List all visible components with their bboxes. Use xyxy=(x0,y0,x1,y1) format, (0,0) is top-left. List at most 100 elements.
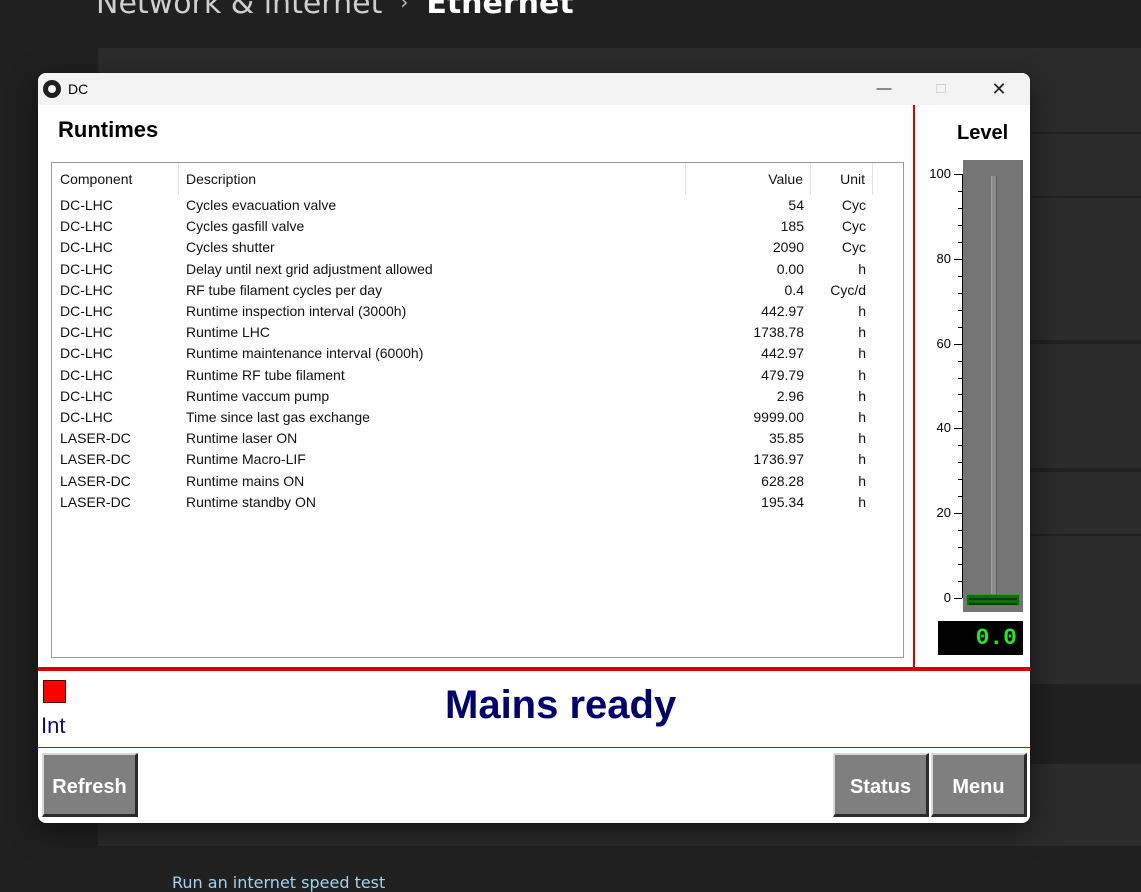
maximize-button[interactable]: □ xyxy=(912,73,970,105)
scale-major-tick xyxy=(954,258,962,260)
scale-minor-tick xyxy=(958,445,962,447)
component-cell: LASER-DC xyxy=(60,451,131,468)
table-row[interactable]: DC-LHC Runtime RF tube filament 479.79 h xyxy=(52,365,903,386)
scale-minor-tick xyxy=(958,411,962,413)
int-status-indicator xyxy=(43,680,66,703)
scale-minor-tick xyxy=(958,462,962,464)
level-scale: 100 80 60 40 20 0 xyxy=(916,156,966,616)
component-cell: DC-LHC xyxy=(60,218,113,235)
scale-minor-tick xyxy=(958,241,962,243)
runtimes-table[interactable]: Component Description Value Unit DC-LHC C… xyxy=(51,162,904,658)
scale-minor-tick xyxy=(958,547,962,549)
scale-major-tick xyxy=(954,598,962,599)
scale-major-tick xyxy=(954,343,962,345)
component-cell: DC-LHC xyxy=(60,366,113,383)
description-cell: Cycles evacuation valve xyxy=(186,197,337,213)
unit-cell: h xyxy=(858,387,866,404)
component-cell: DC-LHC xyxy=(60,281,113,298)
unit-cell: h xyxy=(858,366,866,383)
status-button[interactable]: Status xyxy=(833,753,929,817)
scale-minor-tick xyxy=(958,377,962,379)
table-row[interactable]: DC-LHC Cycles evacuation valve 54 Cyc xyxy=(52,195,903,216)
refresh-button[interactable]: Refresh xyxy=(42,753,138,817)
description-cell: Runtime RF tube filament xyxy=(186,366,345,383)
scale-minor-tick xyxy=(958,309,962,311)
level-readout: 0.0 xyxy=(938,621,1023,655)
table-row[interactable]: DC-LHC Runtime inspection interval (3000h… xyxy=(52,301,903,322)
description-cell: Runtime LHC xyxy=(186,324,271,341)
value-cell: 628.28 xyxy=(761,472,804,489)
unit-cell: Cyc/d xyxy=(830,281,866,298)
description-cell: Runtime standby ON xyxy=(186,493,316,510)
component-cell: DC-LHC xyxy=(60,409,113,425)
table-row[interactable]: DC-LHC Cycles shutter 2090 Cyc xyxy=(52,237,903,258)
value-cell: 9999.00 xyxy=(753,409,804,425)
description-cell: Runtime Macro-LIF xyxy=(186,451,306,468)
scale-minor-tick xyxy=(958,292,962,294)
table-row[interactable]: LASER-DC Runtime mains ON 628.28 h xyxy=(52,471,903,492)
column-header-unit[interactable]: Unit xyxy=(811,163,873,195)
breadcrumb-ethernet: Ethernet xyxy=(426,0,574,21)
menu-button[interactable]: Menu xyxy=(931,753,1027,817)
component-cell: DC-LHC xyxy=(60,197,113,213)
scale-label: 60 xyxy=(936,335,951,351)
scale-minor-tick xyxy=(958,479,962,481)
value-cell: 0.4 xyxy=(784,281,804,298)
unit-cell: h xyxy=(858,260,866,277)
level-gauge xyxy=(963,160,1023,612)
column-header-component[interactable]: Component xyxy=(52,163,179,195)
value-cell: 35.85 xyxy=(768,430,804,447)
scale-minor-tick xyxy=(958,275,962,277)
unit-cell: h xyxy=(858,472,866,489)
value-cell: 1738.78 xyxy=(753,324,804,341)
table-row[interactable]: LASER-DC Runtime Macro-LIF 1736.97 h xyxy=(52,449,903,470)
component-cell: LASER-DC xyxy=(60,472,131,489)
description-cell: Runtime laser ON xyxy=(186,430,298,447)
table-row[interactable]: DC-LHC Cycles gasfill valve 185 Cyc xyxy=(52,216,903,237)
table-row[interactable]: DC-LHC Runtime maintenance interval (6000… xyxy=(52,343,903,364)
close-button[interactable]: ✕ xyxy=(970,73,1028,105)
column-header-description[interactable]: Description xyxy=(179,163,686,195)
scale-minor-tick xyxy=(958,207,962,209)
value-cell: 2.96 xyxy=(776,387,804,404)
description-cell: Time since last gas exchange xyxy=(186,409,370,425)
description-cell: Runtime maintenance interval (6000h) xyxy=(186,345,424,362)
button-divider xyxy=(38,747,1030,748)
settings-breadcrumb: Network & internet › Ethernet xyxy=(96,0,574,21)
scale-label: 0 xyxy=(943,590,951,605)
unit-cell: h xyxy=(858,409,866,425)
column-header-value[interactable]: Value xyxy=(686,163,811,195)
speed-test-link[interactable]: Run an internet speed test xyxy=(172,873,385,892)
dc-app-icon[interactable] xyxy=(43,80,61,98)
table-row[interactable]: DC-LHC Delay until next grid adjustment a… xyxy=(52,259,903,280)
window-title: DC xyxy=(68,81,89,97)
unit-cell: h xyxy=(858,430,866,447)
table-row[interactable]: DC-LHC RF tube filament cycles per day 0.4… xyxy=(52,280,903,301)
value-cell: 195.34 xyxy=(761,493,804,510)
gauge-slot xyxy=(991,176,997,596)
scale-minor-tick xyxy=(958,224,962,226)
table-row[interactable]: LASER-DC Runtime standby ON 195.34 h xyxy=(52,492,903,513)
value-cell: 2090 xyxy=(772,239,804,256)
minimize-button[interactable]: — xyxy=(855,73,913,105)
value-cell: 442.97 xyxy=(761,303,804,319)
int-label: Int xyxy=(41,713,66,738)
table-row[interactable]: DC-LHC Runtime LHC 1738.78 h xyxy=(52,322,903,343)
value-cell: 54 xyxy=(788,197,804,213)
table-row[interactable]: LASER-DC Runtime laser ON 35.85 h xyxy=(52,428,903,449)
component-cell: DC-LHC xyxy=(60,387,113,404)
table-row[interactable]: DC-LHC Time since last gas exchange 9999.0… xyxy=(52,407,903,428)
scale-label: 100 xyxy=(929,166,951,181)
unit-cell: Cyc xyxy=(841,197,866,213)
value-cell: 1736.97 xyxy=(753,451,804,468)
description-cell: Delay until next grid adjustment allowed xyxy=(186,260,433,277)
description-cell: Runtime mains ON xyxy=(186,472,305,489)
value-cell: 0.00 xyxy=(776,260,804,277)
level-heading: Level xyxy=(957,122,1009,144)
value-cell: 185 xyxy=(780,218,804,235)
table-row[interactable]: DC-LHC Runtime vaccum pump 2.96 h xyxy=(52,386,903,407)
title-bar[interactable]: DC — □ ✕ xyxy=(38,73,1030,105)
scale-label: 80 xyxy=(936,250,951,266)
table-header: Component Description Value Unit xyxy=(52,163,903,195)
breadcrumb-network-internet[interactable]: Network & internet xyxy=(96,0,382,21)
